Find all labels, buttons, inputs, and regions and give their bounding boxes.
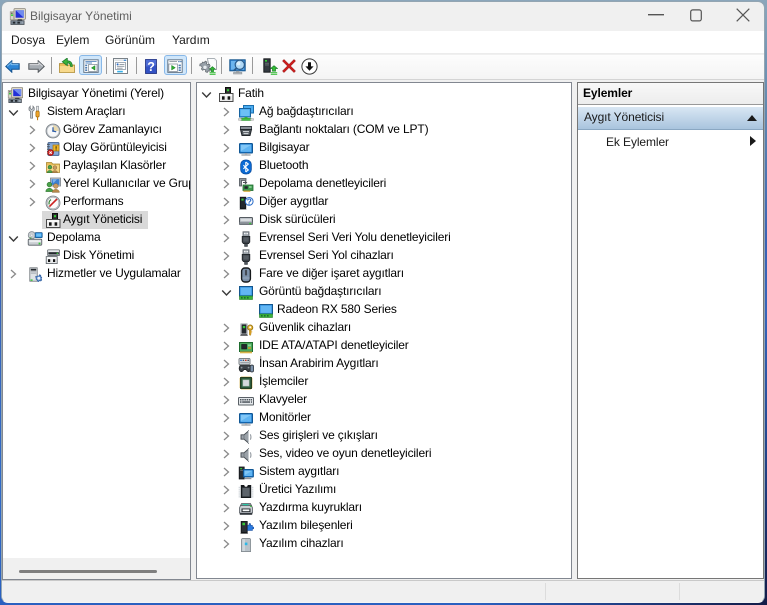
svg-text:?: ? <box>147 60 155 74</box>
svg-text:?: ? <box>247 196 252 206</box>
